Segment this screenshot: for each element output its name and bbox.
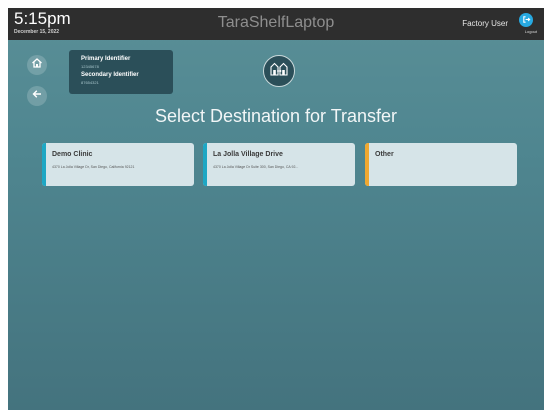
home-icon bbox=[31, 56, 43, 74]
card-accent bbox=[42, 143, 46, 186]
page-heading: Select Destination for Transfer bbox=[154, 106, 398, 126]
destination-card-other[interactable]: Other bbox=[365, 143, 517, 186]
logout-icon bbox=[522, 11, 531, 29]
card-accent bbox=[365, 143, 369, 186]
destination-address: 4370 La Jolla Village Dr, San Diego, Cal… bbox=[52, 165, 135, 169]
logout-label: Logout bbox=[524, 29, 537, 34]
logout-button[interactable] bbox=[519, 13, 533, 27]
destination-address: 4370 La Jolla Village Dr Suite 300, San … bbox=[213, 165, 299, 169]
arrow-left-icon bbox=[31, 87, 43, 105]
user-name: Factory User bbox=[462, 19, 508, 28]
primary-identifier-value: 12345678 bbox=[81, 64, 99, 69]
transfer-badge bbox=[263, 55, 295, 87]
home-button[interactable] bbox=[27, 55, 47, 75]
transfer-icon bbox=[269, 62, 289, 81]
primary-identifier-label: Primary Identifier bbox=[81, 56, 131, 62]
top-bar: 5:15pm December 15, 2022 TaraShelfLaptop… bbox=[8, 8, 544, 40]
destination-name: Other bbox=[375, 151, 394, 158]
card-accent bbox=[203, 143, 207, 186]
secondary-identifier-value: 87654321 bbox=[81, 80, 99, 85]
destination-card-la-jolla-village-drive[interactable]: La Jolla Village Drive 4370 La Jolla Vil… bbox=[203, 143, 355, 186]
secondary-identifier-label: Secondary Identifier bbox=[81, 72, 139, 78]
identifier-card: Primary Identifier 12345678 Secondary Id… bbox=[69, 50, 173, 94]
app-frame: 5:15pm December 15, 2022 TaraShelfLaptop… bbox=[8, 8, 544, 410]
destination-card-demo-clinic[interactable]: Demo Clinic 4370 La Jolla Village Dr, Sa… bbox=[42, 143, 194, 186]
destination-name: La Jolla Village Drive bbox=[213, 151, 283, 158]
back-button[interactable] bbox=[27, 86, 47, 106]
destination-name: Demo Clinic bbox=[52, 151, 93, 158]
